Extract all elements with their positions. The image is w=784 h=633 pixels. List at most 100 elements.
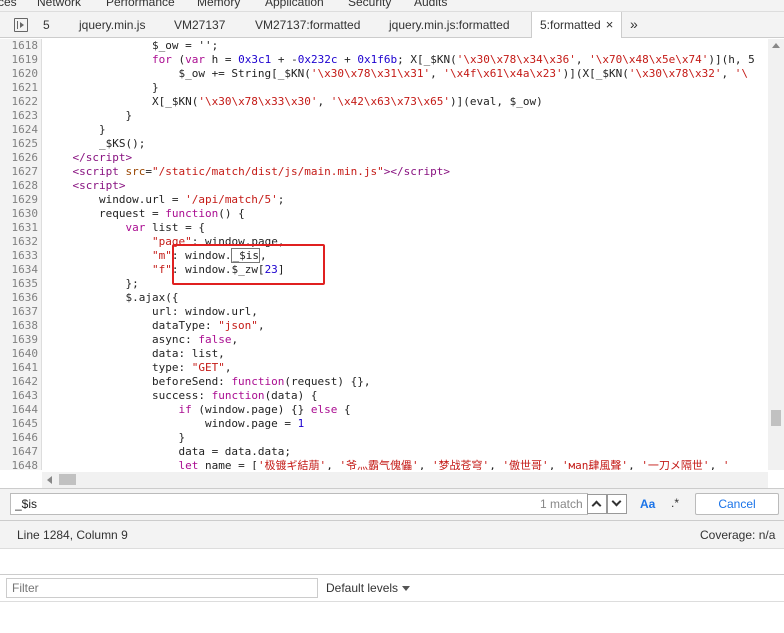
file-tab-5[interactable]: 5 [43,12,50,38]
code-text: $.ajax({ [46,291,179,304]
line-number[interactable]: 1634 [0,263,39,277]
horizontal-scroll-thumb[interactable] [59,474,76,485]
code-text: window.url = '/api/match/5'; [46,193,285,206]
search-match-count: 1 match [540,497,583,511]
code-editor[interactable]: 1618 $_ow = ''; 1619 for (var h = 0x3c1 +… [0,39,784,470]
line-number[interactable]: 1644 [0,403,39,417]
line-number[interactable]: 1630 [0,207,39,221]
panel-tab-memory[interactable]: Memory [197,0,240,9]
code-text: success: function(data) { [46,389,318,402]
line-number[interactable]: 1628 [0,179,39,193]
regex-button[interactable]: .* [671,496,679,510]
editor-file-tabs: 5 jquery.min.js VM27137 VM27137:formatte… [0,12,784,38]
code-text: } [46,123,106,136]
panel-tab-sources[interactable]: ces [0,0,17,9]
code-text: </script> [72,151,133,164]
code-text: }; [46,277,139,290]
line-number[interactable]: 1624 [0,123,39,137]
panel-tab-security[interactable]: Security [348,0,391,9]
scroll-up-icon[interactable] [772,43,780,48]
code-text: <script src="/static/match/dist/js/main.… [72,165,451,178]
log-levels-dropdown[interactable]: Default levels [326,581,411,595]
toggle-navigator-icon[interactable] [14,18,28,32]
close-tab-icon[interactable]: × [606,17,614,32]
drawer-splitter[interactable] [0,548,784,574]
code-text: var list = { [125,221,205,234]
code-text: <script> [72,179,126,192]
line-number[interactable]: 1633 [0,249,39,263]
vertical-scroll-thumb[interactable] [771,410,781,426]
vertical-scrollbar[interactable] [768,39,784,470]
devtools-panel-tabs: ces Network Performance Memory Applicati… [0,0,784,12]
file-tab-jquery-min[interactable]: jquery.min.js [79,12,145,38]
code-text: async: false, [46,333,239,346]
line-number[interactable]: 1620 [0,67,39,81]
line-number[interactable]: 1639 [0,333,39,347]
next-match-button[interactable] [607,494,627,514]
code-text: request = function() { [46,207,245,220]
code-text: X[_$KN('\x30\x78\x33\x30', '\x42\x63\x73… [46,95,543,108]
file-tab-vm27137-formatted[interactable]: VM27137:formatted [255,12,360,38]
line-number[interactable]: 1622 [0,95,39,109]
file-tab-5-formatted[interactable]: 5:formatted × [531,12,623,38]
console-output [0,602,784,633]
code-text: beforeSend: function(request) {}, [46,375,371,388]
file-tab-label: 5:formatted [540,18,601,32]
match-case-button[interactable]: Aa [640,497,655,511]
line-number[interactable]: 1623 [0,109,39,123]
more-tabs-icon[interactable]: » [630,12,638,38]
file-tab-vm27137[interactable]: VM27137 [174,12,225,38]
code-text: } [46,109,133,122]
code-text: url: window.url, [46,305,258,318]
line-number[interactable]: 1629 [0,193,39,207]
panel-tab-performance[interactable]: Performance [106,0,175,9]
line-number[interactable]: 1637 [0,305,39,319]
line-number[interactable]: 1632 [0,235,39,249]
horizontal-scrollbar[interactable] [42,472,768,488]
line-number[interactable]: 1627 [0,165,39,179]
line-number[interactable]: 1648 [0,459,39,470]
line-number[interactable]: 1640 [0,347,39,361]
line-number[interactable]: 1625 [0,137,39,151]
panel-tab-audits[interactable]: Audits [414,0,447,9]
line-number[interactable]: 1635 [0,277,39,291]
console-filter-input[interactable] [6,578,318,598]
line-number[interactable]: 1619 [0,53,39,67]
code-text: data = data.data; [46,445,292,458]
chevron-up-icon [591,500,602,511]
highlight-annotation-box [172,244,325,285]
file-tab-jquery-min-formatted[interactable]: jquery.min.js:formatted [389,12,510,38]
line-number[interactable]: 1638 [0,319,39,333]
caret-down-icon [402,586,411,592]
code-text: dataType: "json", [46,319,265,332]
line-number[interactable]: 1636 [0,291,39,305]
code-text: $_ow += String[_$KN('\x30\x78\x31\x31', … [46,67,749,80]
code-text: } [46,431,186,444]
code-text: $_ow = ''; [46,39,219,52]
line-number[interactable]: 1631 [0,221,39,235]
code-text: let name = ['极镀ギ結萠', '爷灬霸气傀儡', '梦战苍穹', '… [178,459,730,470]
line-number[interactable]: 1626 [0,151,39,165]
line-number[interactable]: 1647 [0,445,39,459]
code-text: _$KS(); [46,137,146,150]
coverage-status[interactable]: Coverage: n/a [700,528,775,542]
chevron-down-icon [611,496,622,507]
line-number[interactable]: 1621 [0,81,39,95]
line-number[interactable]: 1641 [0,361,39,375]
scroll-left-icon[interactable] [47,476,52,484]
cancel-button[interactable]: Cancel [695,493,779,515]
panel-tab-network[interactable]: Network [37,0,81,9]
log-levels-label: Default levels [326,581,399,595]
search-input[interactable] [10,493,588,515]
code-text: data: list, [46,347,225,360]
line-number[interactable]: 1645 [0,417,39,431]
line-number[interactable]: 1646 [0,431,39,445]
line-number[interactable]: 1642 [0,375,39,389]
cursor-position: Line 1284, Column 9 [17,528,128,542]
panel-tab-application[interactable]: Application [265,0,324,9]
code-text: window.page = 1 [46,417,305,430]
code-text: if (window.page) {} else { [178,403,351,416]
line-number[interactable]: 1618 [0,39,39,53]
line-number[interactable]: 1643 [0,389,39,403]
previous-match-button[interactable] [587,494,607,514]
